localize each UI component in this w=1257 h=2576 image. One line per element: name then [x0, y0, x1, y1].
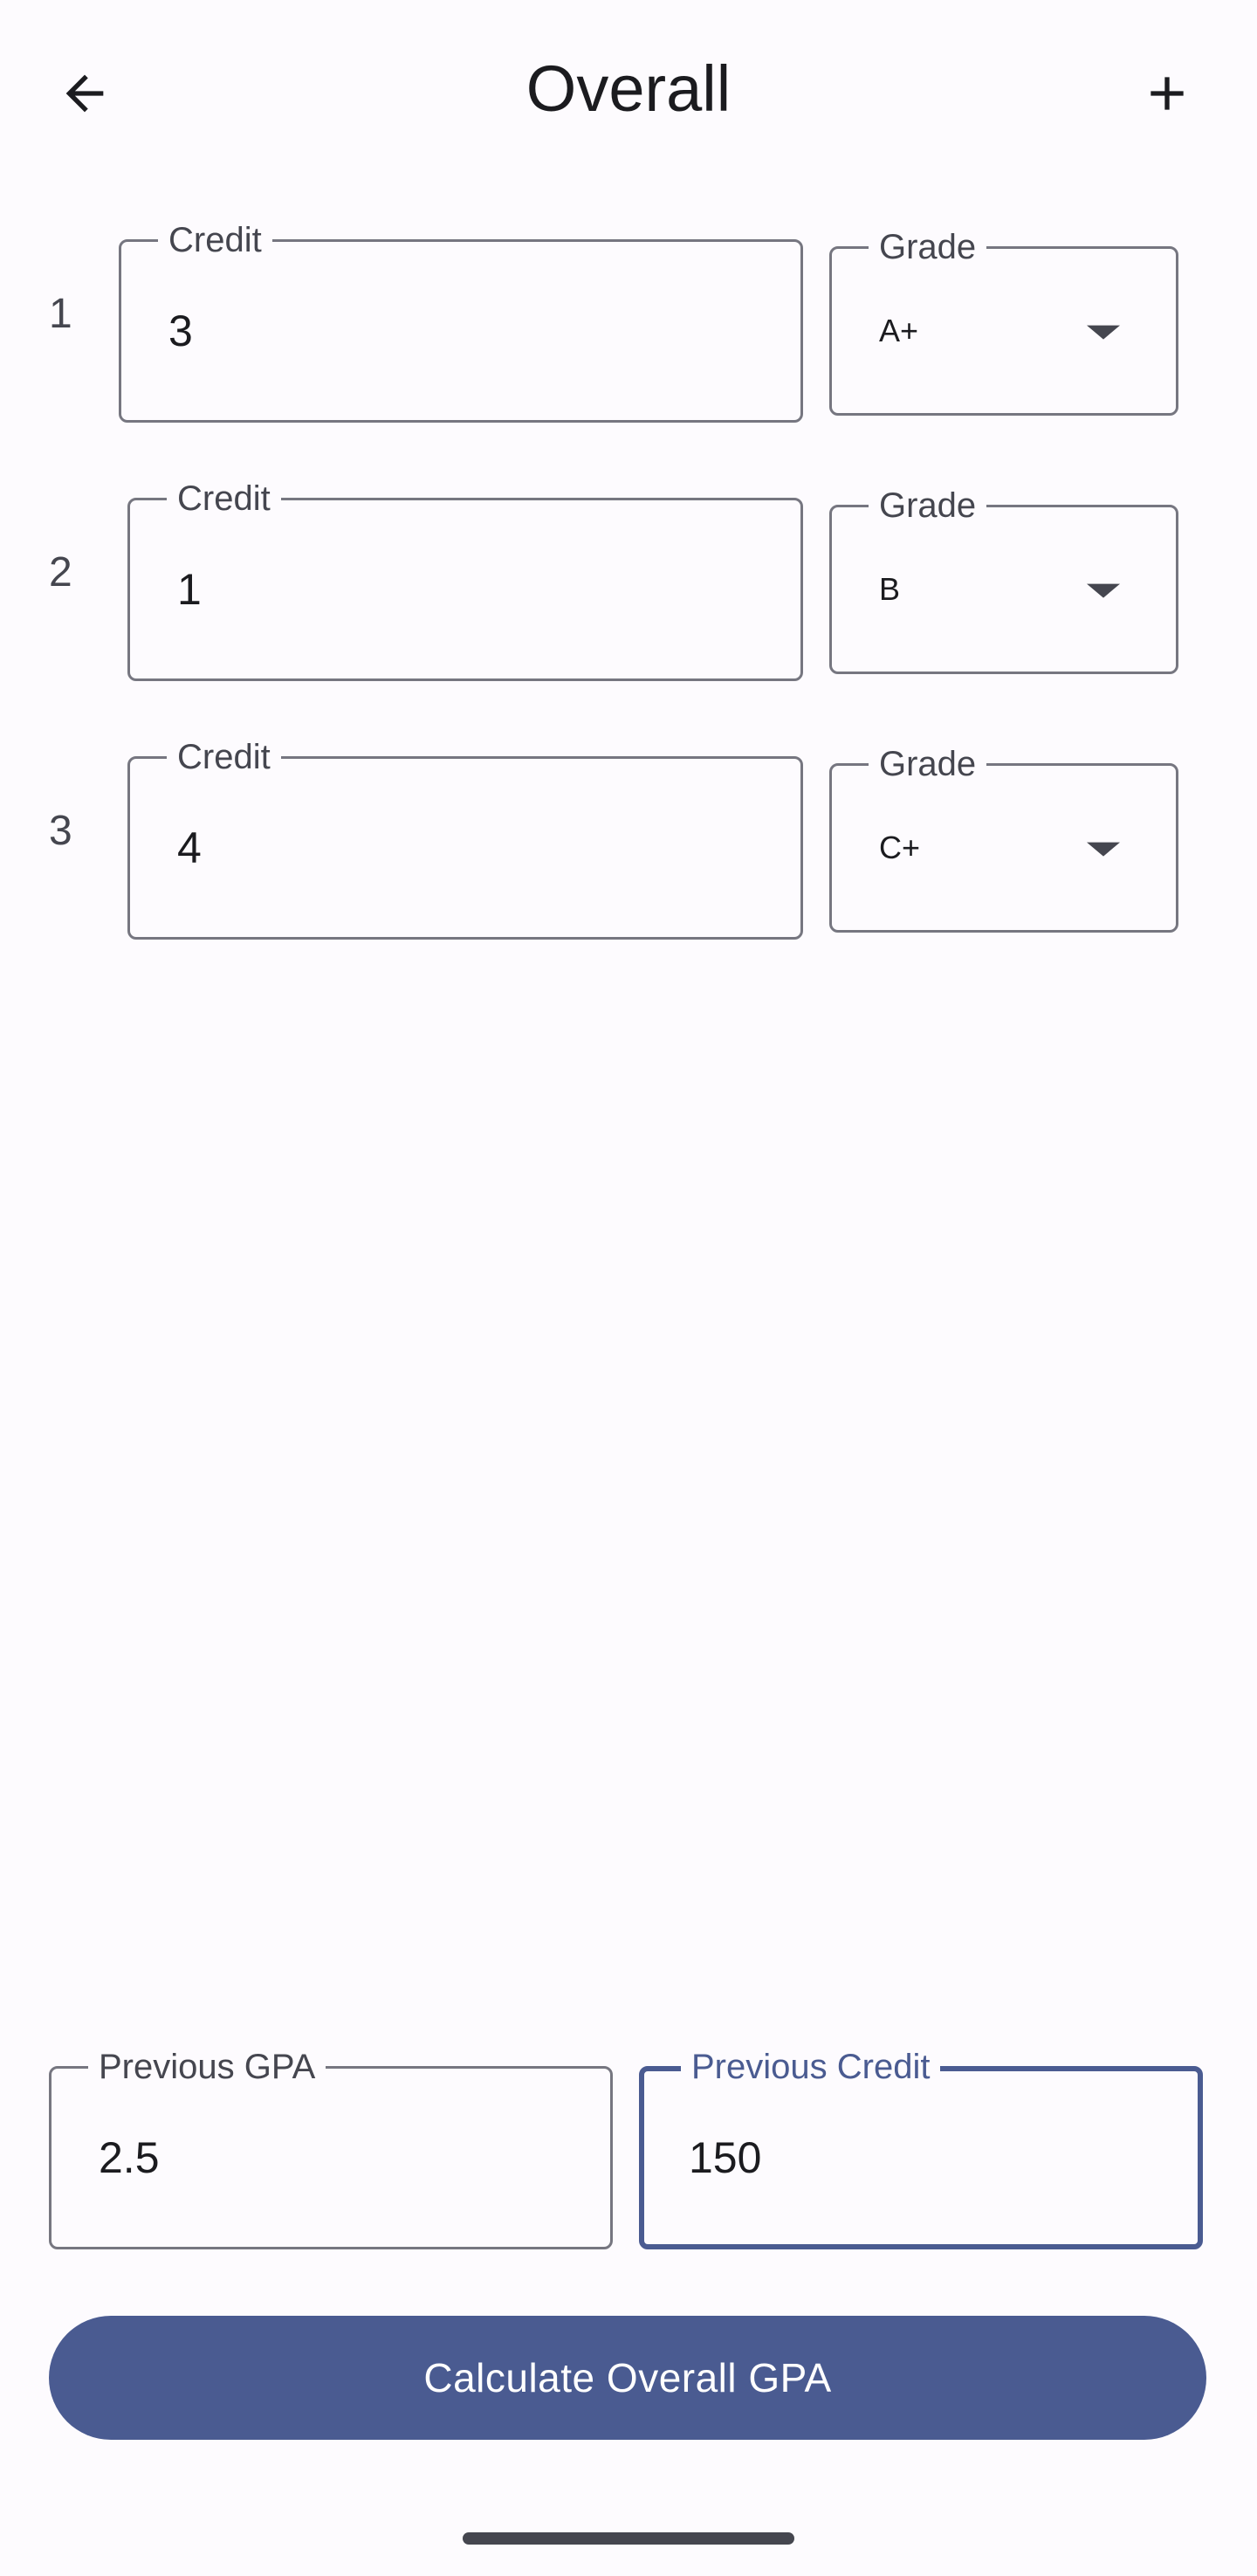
- credit-value: 1: [177, 565, 202, 614]
- top-app-bar: Overall: [0, 0, 1257, 183]
- previous-gpa-label: Previous GPA: [88, 2046, 326, 2088]
- credit-input[interactable]: Credit 1: [127, 478, 803, 681]
- grade-label: Grade: [869, 743, 987, 785]
- grade-dropdown[interactable]: Grade C+: [829, 743, 1178, 933]
- dropdown-arrow-icon: [1087, 325, 1120, 340]
- plus-icon: [1151, 77, 1184, 110]
- grade-value: B: [879, 571, 901, 607]
- grade-value: A+: [879, 313, 919, 348]
- home-indicator[interactable]: [463, 2532, 794, 2545]
- grade-label: Grade: [869, 485, 987, 527]
- grade-value: C+: [879, 830, 921, 865]
- credit-label: Credit: [158, 219, 272, 261]
- credit-value: 4: [177, 823, 202, 872]
- previous-credit-label: Previous Credit: [681, 2046, 941, 2088]
- grade-label: Grade: [869, 226, 987, 268]
- grade-dropdown[interactable]: Grade B: [829, 485, 1178, 674]
- dropdown-arrow-icon: [1087, 842, 1120, 857]
- credit-value: 3: [168, 307, 193, 355]
- course-index: 2: [49, 549, 72, 596]
- credit-input[interactable]: Credit 4: [127, 736, 803, 940]
- course-index: 1: [49, 291, 72, 337]
- credit-input[interactable]: Credit 3: [119, 219, 803, 423]
- calculate-overall-gpa-button[interactable]: Calculate Overall GPA: [49, 2316, 1206, 2440]
- credit-label: Credit: [167, 478, 281, 520]
- previous-credit-field[interactable]: Previous Credit 150: [639, 2046, 1203, 2249]
- previous-gpa-value: 2.5: [99, 2133, 160, 2182]
- dropdown-arrow-icon: [1087, 583, 1120, 598]
- previous-gpa-field[interactable]: Previous GPA 2.5: [49, 2046, 613, 2249]
- page-title: Overall: [525, 52, 732, 125]
- course-index: 3: [49, 808, 72, 854]
- add-course-button[interactable]: [1128, 54, 1206, 133]
- credit-label: Credit: [167, 736, 281, 778]
- grade-dropdown[interactable]: Grade A+: [829, 226, 1178, 416]
- previous-credit-value: 150: [689, 2133, 762, 2182]
